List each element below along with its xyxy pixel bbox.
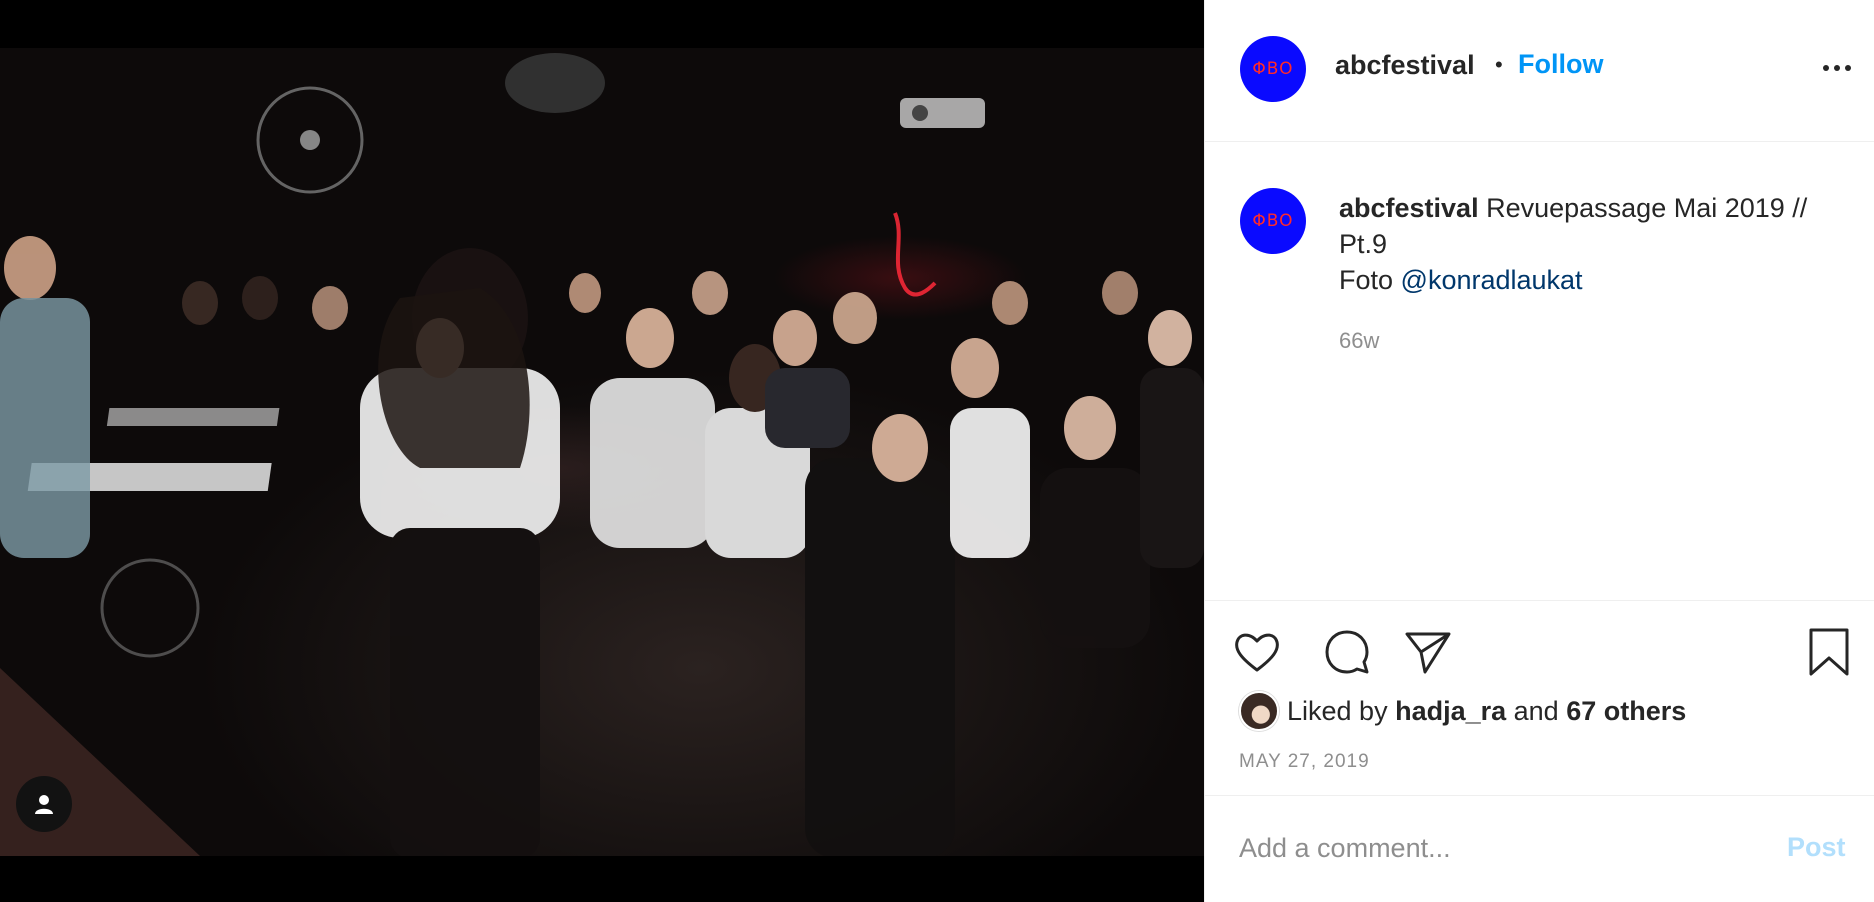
comment-input[interactable] (1239, 828, 1759, 868)
bookmark-icon[interactable] (1803, 626, 1855, 678)
more-dot (1823, 65, 1829, 71)
likes-summary: Liked by hadja_ra and 67 others (1239, 691, 1686, 731)
caption-avatar-logo: ΦBO (1252, 211, 1294, 231)
caption-text: abcfestival Revuepassage Mai 2019 // Pt.… (1339, 190, 1849, 298)
liker-avatar[interactable] (1239, 691, 1279, 731)
header-separator: • (1495, 52, 1503, 77)
user-tag-icon (35, 795, 53, 814)
caption-section: ΦBO abcfestival Revuepassage Mai 2019 //… (1205, 142, 1874, 600)
caption-time-ago[interactable]: 66w (1339, 328, 1379, 354)
concert-crowd-image (0, 53, 1204, 856)
post-actions: Liked by hadja_ra and 67 others MAY 27, … (1205, 600, 1874, 796)
post-header: ΦBO abcfestival • Follow (1205, 0, 1874, 142)
post-photo[interactable] (0, 48, 1204, 856)
post-media (0, 0, 1204, 902)
comment-bar: Post (1205, 796, 1874, 902)
caption-author-avatar[interactable]: ΦBO (1240, 188, 1306, 254)
user-tag-button[interactable] (16, 776, 72, 832)
more-dot (1845, 65, 1851, 71)
likes-joiner: and (1506, 695, 1567, 726)
liker-username[interactable]: hadja_ra (1395, 696, 1506, 726)
post-date[interactable]: MAY 27, 2019 (1239, 751, 1370, 773)
caption-username[interactable]: abcfestival (1339, 193, 1479, 223)
likes-prefix: Liked by (1287, 695, 1396, 726)
share-icon[interactable] (1401, 626, 1453, 678)
more-dot (1834, 65, 1840, 71)
heart-icon[interactable] (1231, 626, 1283, 678)
comment-icon[interactable] (1321, 626, 1373, 678)
more-options-icon[interactable] (1817, 56, 1857, 80)
caption-mention-link[interactable]: @konradlaukat (1401, 265, 1583, 295)
author-avatar-logo: ΦBO (1252, 59, 1294, 79)
likes-others-link[interactable]: 67 others (1566, 696, 1686, 726)
follow-button[interactable]: Follow (1518, 49, 1603, 80)
caption-foto-prefix: Foto (1339, 265, 1401, 295)
post-sidebar: ΦBO abcfestival • Follow ΦBO abcfestival… (1204, 0, 1874, 902)
likes-text: Liked by hadja_ra and 67 others (1287, 696, 1686, 727)
author-username[interactable]: abcfestival (1335, 50, 1475, 81)
author-avatar[interactable]: ΦBO (1240, 36, 1306, 102)
post-comment-button[interactable]: Post (1787, 832, 1846, 863)
